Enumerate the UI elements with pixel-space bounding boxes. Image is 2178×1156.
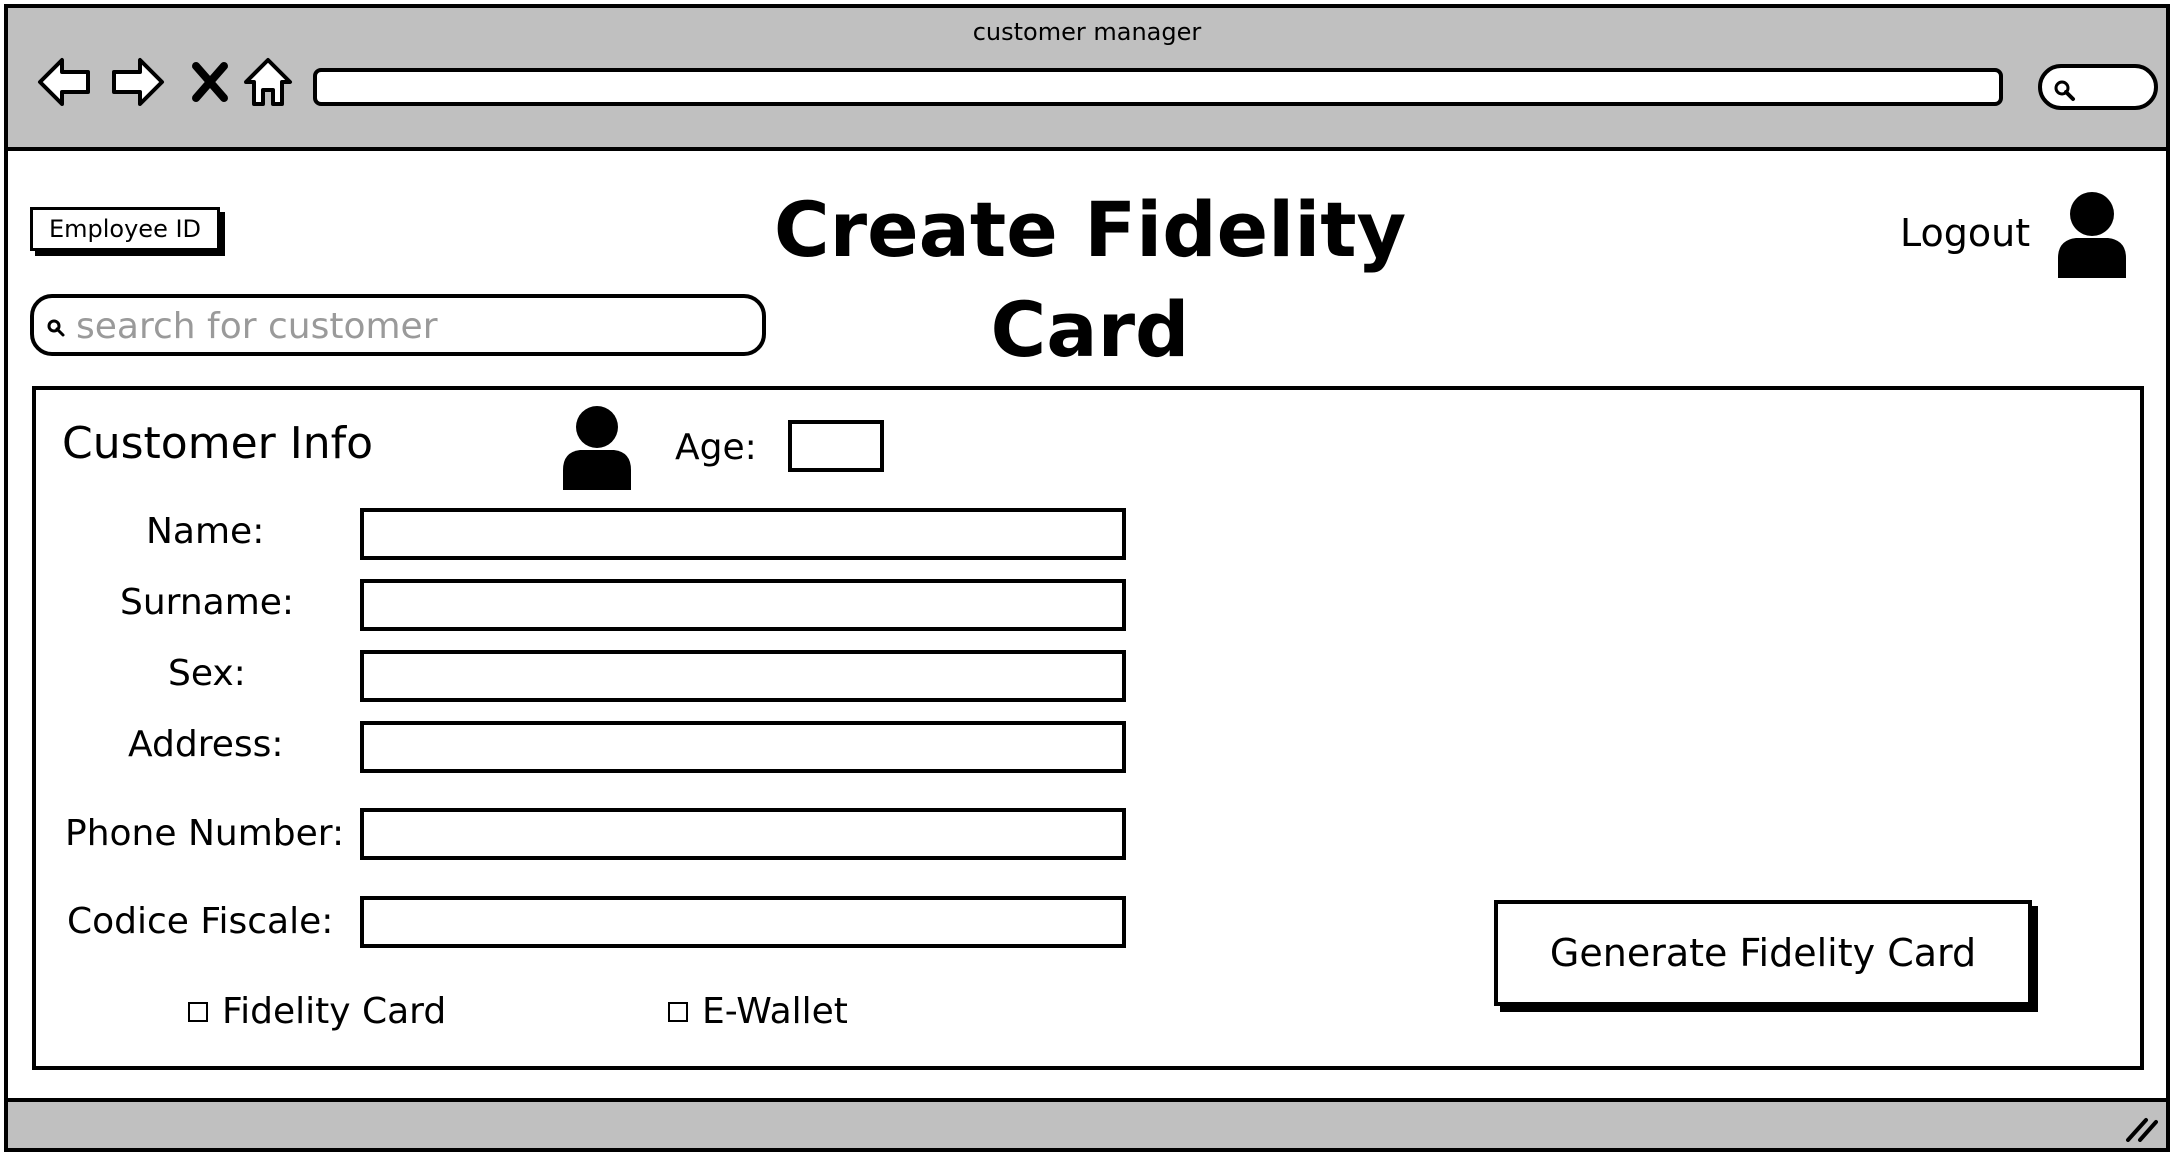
- ewallet-label: E-Wallet: [702, 991, 848, 1032]
- employee-id-badge[interactable]: Employee ID: [30, 207, 220, 251]
- fidelity-card-checkbox[interactable]: [188, 1002, 208, 1022]
- sex-field[interactable]: [360, 650, 1126, 702]
- search-icon: [47, 319, 65, 337]
- phone-number-label: Phone Number:: [65, 813, 345, 854]
- codice-fiscale-label: Codice Fiscale:: [67, 901, 334, 942]
- age-label: Age:: [675, 427, 757, 468]
- generate-fidelity-card-button[interactable]: Generate Fidelity Card: [1494, 900, 2032, 1006]
- browser-search-field[interactable]: [2038, 64, 2158, 110]
- user-avatar-icon[interactable]: [2052, 188, 2132, 278]
- back-arrow-icon[interactable]: [34, 54, 94, 110]
- customer-avatar-icon: [563, 406, 631, 490]
- close-icon[interactable]: [188, 54, 232, 110]
- logout-link[interactable]: Logout: [1900, 205, 2030, 261]
- address-label: Address:: [128, 724, 284, 765]
- customer-search-input[interactable]: [74, 304, 758, 348]
- home-icon[interactable]: [242, 54, 294, 110]
- name-label: Name:: [146, 511, 265, 552]
- customer-info-title: Customer Info: [62, 418, 373, 469]
- surname-label: Surname:: [120, 582, 295, 623]
- resize-grip-icon[interactable]: [2124, 1116, 2158, 1142]
- address-field[interactable]: [360, 721, 1126, 773]
- address-bar[interactable]: [313, 68, 2003, 106]
- phone-number-field[interactable]: [360, 808, 1126, 860]
- browser-chrome: customer manager: [8, 8, 2166, 151]
- surname-field[interactable]: [360, 579, 1126, 631]
- status-bar: [8, 1098, 2166, 1148]
- sex-label: Sex:: [168, 653, 246, 694]
- fidelity-card-label: Fidelity Card: [222, 991, 447, 1032]
- customer-search-field[interactable]: [30, 294, 766, 356]
- name-field[interactable]: [360, 508, 1126, 560]
- ewallet-checkbox[interactable]: [668, 1002, 688, 1022]
- codice-fiscale-field[interactable]: [360, 896, 1126, 948]
- fidelity-card-option[interactable]: Fidelity Card: [188, 988, 446, 1036]
- forward-arrow-icon[interactable]: [108, 54, 168, 110]
- age-field[interactable]: [788, 420, 884, 472]
- window-title: customer manager: [972, 18, 1202, 46]
- search-icon: [2054, 80, 2075, 101]
- page-title: Create Fidelity Card: [773, 185, 1407, 374]
- ewallet-option[interactable]: E-Wallet: [668, 988, 848, 1036]
